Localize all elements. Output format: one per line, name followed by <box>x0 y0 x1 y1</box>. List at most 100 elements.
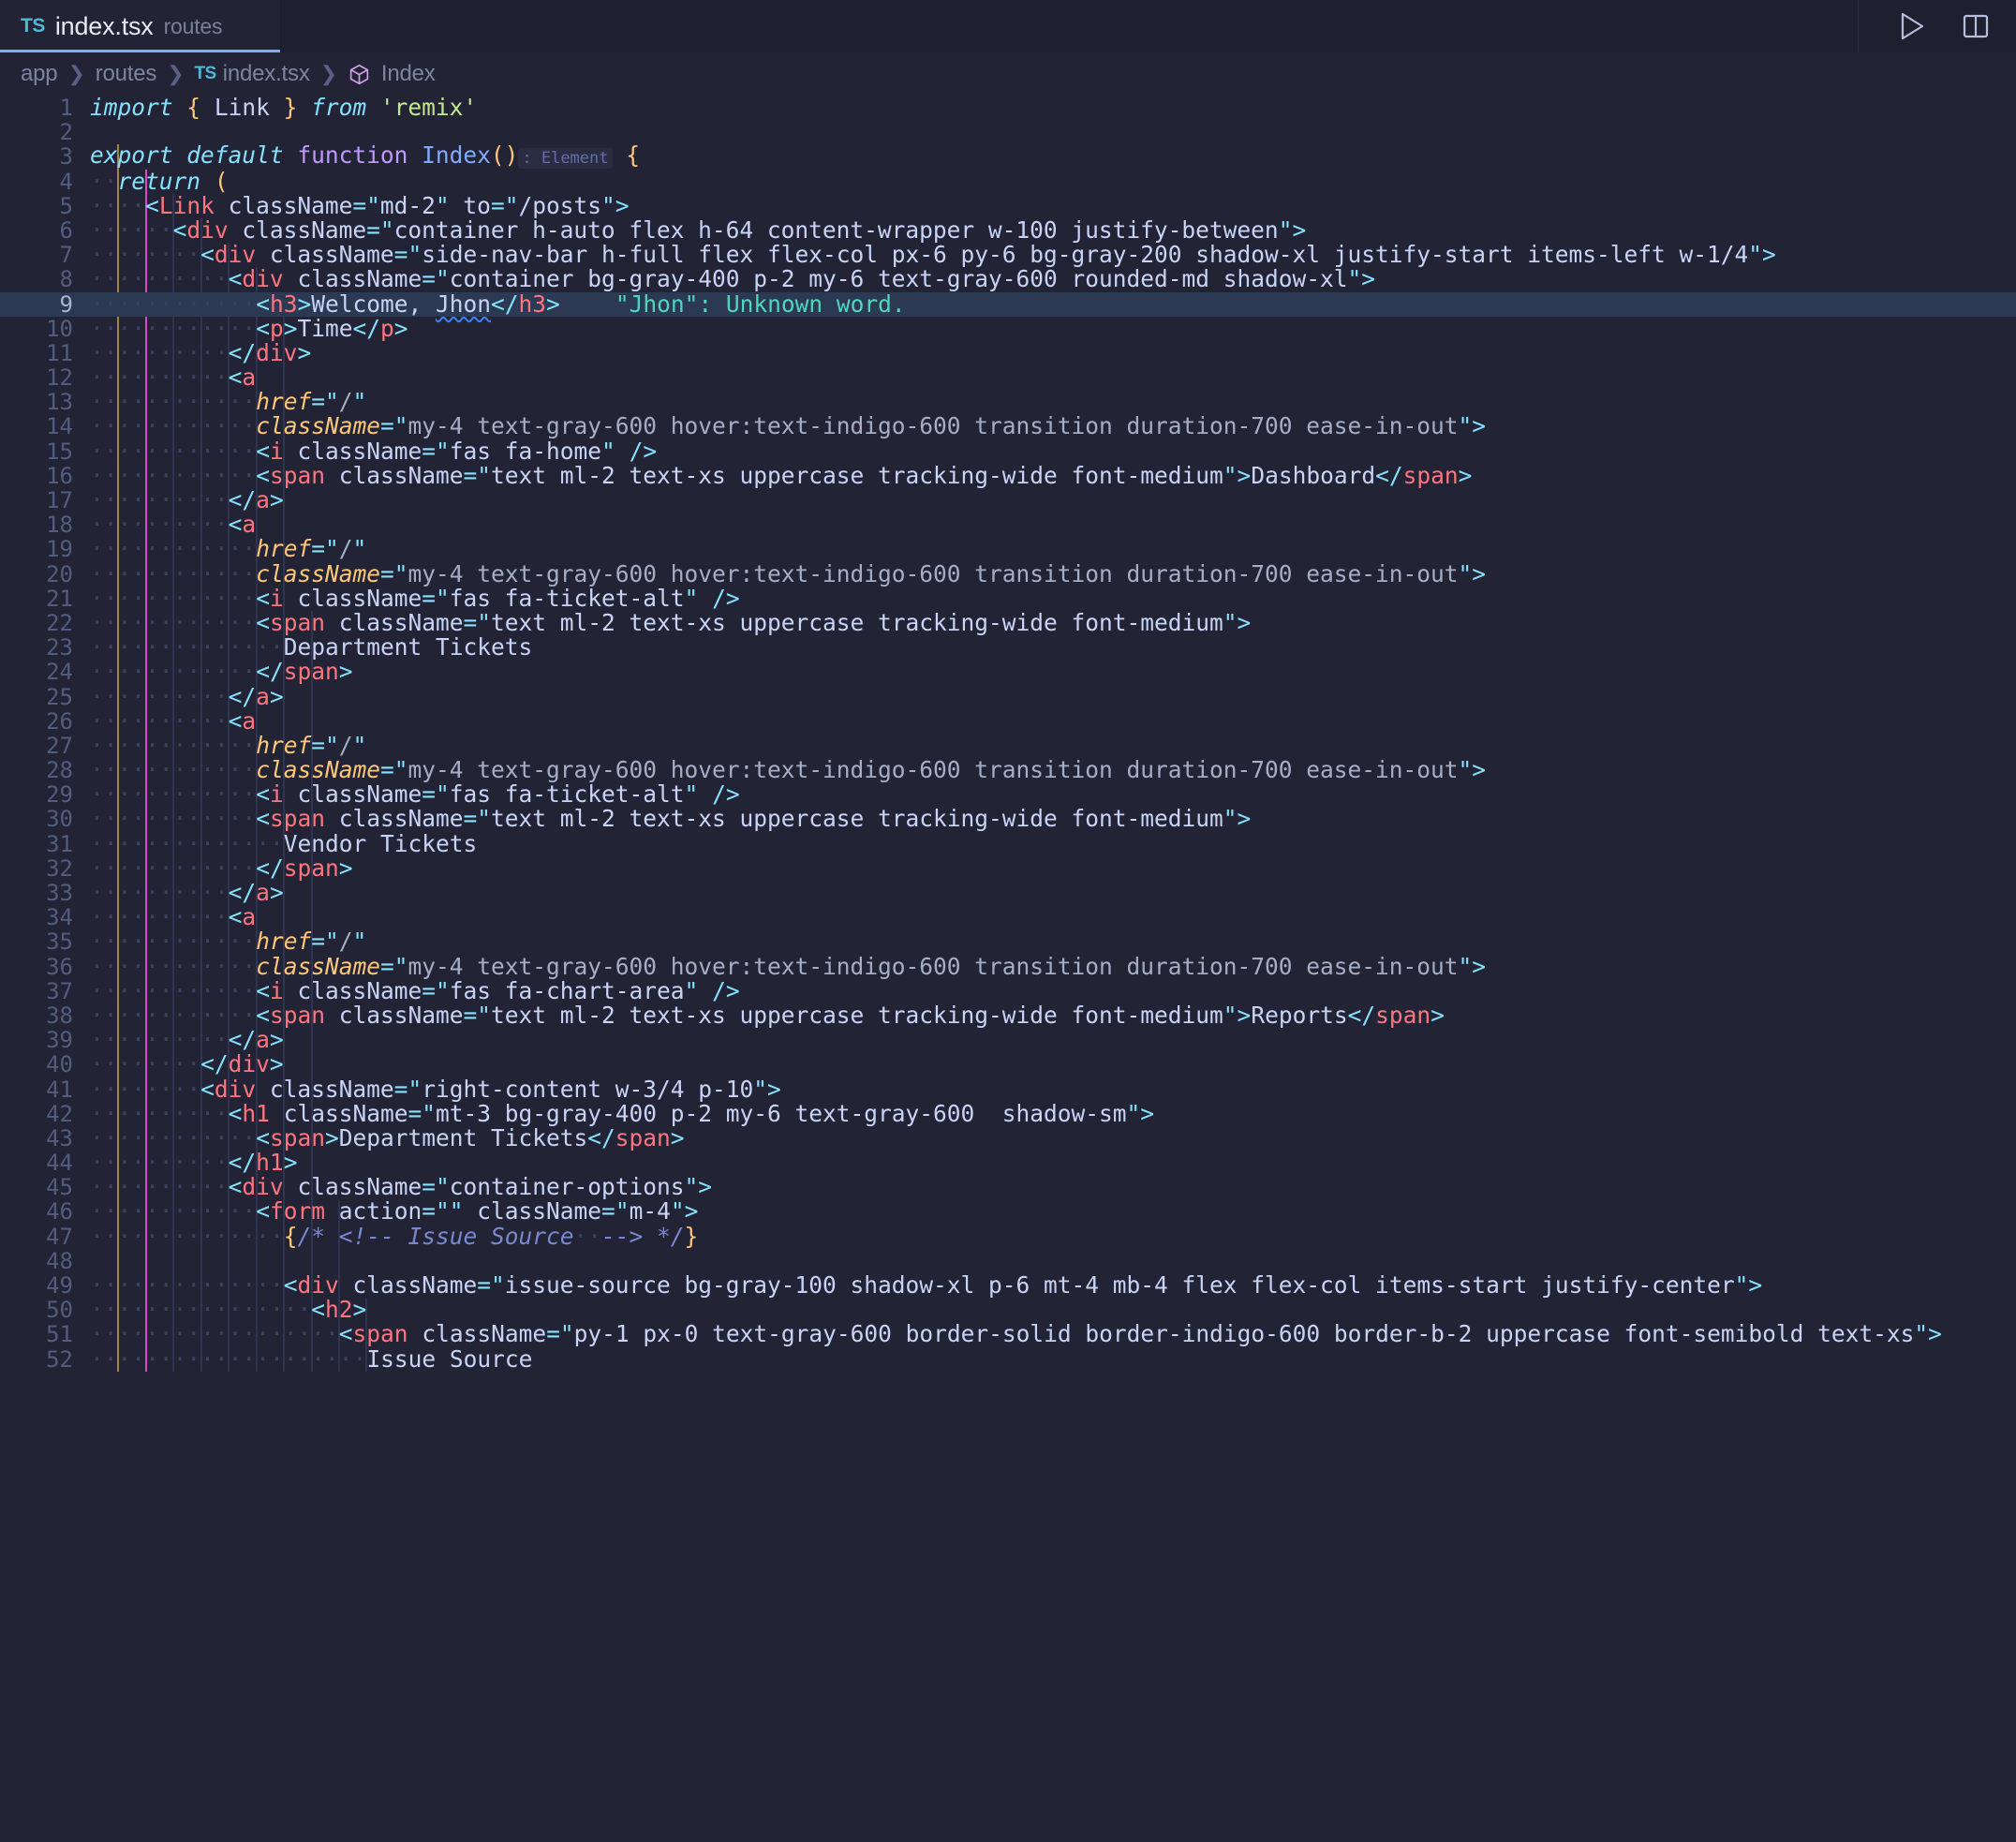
code-line[interactable]: 42 ··········<h1 className="mt-3 bg-gray-… <box>0 1101 2016 1126</box>
code-line[interactable]: 41 ········<div className="right-content … <box>0 1077 2016 1102</box>
line-content[interactable]: ··········<a <box>73 512 2016 537</box>
line-content[interactable]: ··················<span className="py-1 … <box>73 1322 2016 1346</box>
code-line[interactable]: 32 ············</span> <box>0 855 2016 881</box>
code-line[interactable]: 47 ··············{/* <!-- Issue Source··-… <box>0 1224 2016 1249</box>
line-content[interactable]: import { Link } from 'remix' <box>73 96 2016 120</box>
split-editor-icon[interactable] <box>1960 10 1992 42</box>
code-line[interactable]: 27 ············href="/" <box>0 733 2016 758</box>
code-line[interactable]: 6 ······<div className="container h-auto … <box>0 217 2016 243</box>
line-content[interactable]: ············<h3>Welcome, Jhon</h3> "Jhon… <box>73 291 2016 317</box>
code-line[interactable]: 48 <box>0 1249 2016 1273</box>
line-content[interactable]: ··········</a> <box>73 684 2016 709</box>
code-line[interactable]: 4 ··return ( <box>0 169 2016 194</box>
line-content[interactable]: ············href="/" <box>73 537 2016 561</box>
code-line[interactable]: 31 ··············Vendor Tickets <box>0 831 2016 856</box>
line-content[interactable]: ··return ( <box>73 169 2016 194</box>
code-line[interactable]: 45 ··········<div className="container-op… <box>0 1175 2016 1200</box>
line-content[interactable]: ··········<div className="container-opti… <box>73 1175 2016 1199</box>
code-line[interactable]: 8 ··········<div className="container bg-… <box>0 267 2016 292</box>
line-content[interactable]: ····················Issue Source <box>73 1346 2016 1372</box>
code-line[interactable]: 44 ··········</h1> <box>0 1150 2016 1175</box>
line-content[interactable]: ············<span className="text ml-2 t… <box>73 807 2016 831</box>
code-line[interactable]: 49 ··············<div className="issue-so… <box>0 1272 2016 1298</box>
code-line[interactable]: 51 ··················<span className="py-… <box>0 1322 2016 1347</box>
code-line[interactable]: 12 ··········<a <box>0 364 2016 390</box>
line-content[interactable]: ············<i className="fas fa-chart-a… <box>73 978 2016 1003</box>
code-line[interactable]: 30 ············<span className="text ml-2… <box>0 807 2016 832</box>
code-line[interactable]: 50 ················<h2> <box>0 1298 2016 1323</box>
code-line[interactable]: 39 ··········</a> <box>0 1028 2016 1053</box>
line-content[interactable]: ············href="/" <box>73 733 2016 758</box>
run-icon[interactable] <box>1896 10 1928 42</box>
code-line[interactable]: 21 ············<i className="fas fa-ticke… <box>0 586 2016 611</box>
line-content[interactable]: ··············<div className="issue-sour… <box>73 1272 2016 1298</box>
line-content[interactable]: ············<p>Time</p> <box>73 316 2016 341</box>
line-content[interactable]: ··········<a <box>73 708 2016 734</box>
line-content[interactable]: ··············Vendor Tickets <box>73 831 2016 856</box>
line-content[interactable]: ············href="/" <box>73 390 2016 414</box>
line-content[interactable]: ············className="my-4 text-gray-60… <box>73 414 2016 438</box>
code-line[interactable]: 28 ············className="my-4 text-gray-… <box>0 757 2016 782</box>
code-line[interactable]: 40 ········</div> <box>0 1052 2016 1077</box>
code-line[interactable]: 10 ············<p>Time</p> <box>0 316 2016 341</box>
breadcrumb-routes[interactable]: routes <box>96 61 157 87</box>
line-content[interactable]: ··········<a <box>73 905 2016 929</box>
line-content[interactable]: ··········</a> <box>73 880 2016 905</box>
code-line[interactable]: 17 ··········</a> <box>0 487 2016 512</box>
code-line[interactable]: 43 ············<span>Department Tickets</… <box>0 1125 2016 1151</box>
code-line[interactable]: 7 ········<div className="side-nav-bar h-… <box>0 243 2016 268</box>
line-content[interactable]: ········<div className="side-nav-bar h-f… <box>73 243 2016 267</box>
code-line[interactable]: 11 ··········</div> <box>0 340 2016 365</box>
code-line[interactable]: 18 ··········<a <box>0 512 2016 538</box>
line-content[interactable]: ··········<div className="container bg-g… <box>73 267 2016 291</box>
code-line[interactable]: 20 ············className="my-4 text-gray-… <box>0 561 2016 587</box>
code-line[interactable]: 26 ··········<a <box>0 708 2016 734</box>
line-content[interactable]: ············<form action="" className="m… <box>73 1199 2016 1224</box>
code-line[interactable]: 36 ············className="my-4 text-gray-… <box>0 954 2016 979</box>
line-content[interactable]: ············</span> <box>73 660 2016 684</box>
line-content[interactable]: ··········</div> <box>73 340 2016 365</box>
line-content[interactable]: export default function Index(): Element… <box>73 142 2016 171</box>
code-line[interactable]: 3 export default function Index(): Elemen… <box>0 142 2016 171</box>
line-content[interactable]: ··········</h1> <box>73 1150 2016 1175</box>
line-content[interactable]: ············href="/" <box>73 929 2016 954</box>
line-content[interactable]: ··········<h1 className="mt-3 bg-gray-40… <box>73 1101 2016 1126</box>
code-line[interactable]: 34 ··········<a <box>0 905 2016 930</box>
line-content[interactable]: ············<span className="text ml-2 t… <box>73 1003 2016 1028</box>
editor-tab-index-tsx[interactable]: TS index.tsx routes <box>0 0 281 52</box>
line-content[interactable]: ············<span className="text ml-2 t… <box>73 610 2016 635</box>
code-line[interactable]: 38 ············<span className="text ml-2… <box>0 1003 2016 1028</box>
code-line[interactable]: 29 ············<i className="fas fa-ticke… <box>0 782 2016 808</box>
line-content[interactable]: ············className="my-4 text-gray-60… <box>73 757 2016 782</box>
code-line[interactable]: 25 ··········</a> <box>0 684 2016 709</box>
code-line[interactable]: 52 ····················Issue Source <box>0 1346 2016 1372</box>
code-line[interactable]: 24 ············</span> <box>0 660 2016 685</box>
line-content[interactable]: ············className="my-4 text-gray-60… <box>73 561 2016 587</box>
line-content[interactable]: ········<div className="right-content w-… <box>73 1077 2016 1102</box>
code-line[interactable]: 33 ··········</a> <box>0 880 2016 905</box>
breadcrumb-app[interactable]: app <box>21 61 58 87</box>
line-content[interactable]: ············className="my-4 text-gray-60… <box>73 954 2016 979</box>
line-content[interactable]: ············<span>Department Tickets</sp… <box>73 1125 2016 1151</box>
code-line[interactable]: 16 ············<span className="text ml-2… <box>0 463 2016 488</box>
code-line[interactable]: 46 ············<form action="" className=… <box>0 1199 2016 1225</box>
code-line[interactable]: 19 ············href="/" <box>0 537 2016 562</box>
breadcrumb-symbol[interactable]: Index <box>348 61 436 87</box>
line-content[interactable]: ············<i className="fas fa-ticket-… <box>73 782 2016 807</box>
line-content[interactable]: ········</div> <box>73 1052 2016 1077</box>
code-lines[interactable]: 1 import { Link } from 'remix' 2 3 export de… <box>0 96 2016 1372</box>
code-line[interactable]: 37 ············<i className="fas fa-chart… <box>0 978 2016 1003</box>
code-line[interactable]: 23 ··············Department Tickets <box>0 635 2016 661</box>
code-editor[interactable]: 1 import { Link } from 'remix' 2 3 export de… <box>0 96 2016 1842</box>
line-content[interactable]: ······<div className="container h-auto f… <box>73 217 2016 243</box>
line-content[interactable]: ············<i className="fas fa-ticket-… <box>73 586 2016 611</box>
code-line[interactable]: 1 import { Link } from 'remix' <box>0 96 2016 120</box>
line-content[interactable]: ··········</a> <box>73 1028 2016 1052</box>
code-line[interactable]: 14 ············className="my-4 text-gray-… <box>0 414 2016 439</box>
line-content[interactable]: ············</span> <box>73 855 2016 881</box>
code-line[interactable]: 15 ············<i className="fas fa-home"… <box>0 438 2016 464</box>
code-line[interactable]: 5 ····<Link className="md-2" to="/posts"> <box>0 193 2016 218</box>
code-line[interactable]: 9 ············<h3>Welcome, Jhon</h3> "Jho… <box>0 291 2016 317</box>
breadcrumb-file[interactable]: TS index.tsx <box>194 61 309 87</box>
line-content[interactable]: ············<i className="fas fa-home" /… <box>73 438 2016 464</box>
